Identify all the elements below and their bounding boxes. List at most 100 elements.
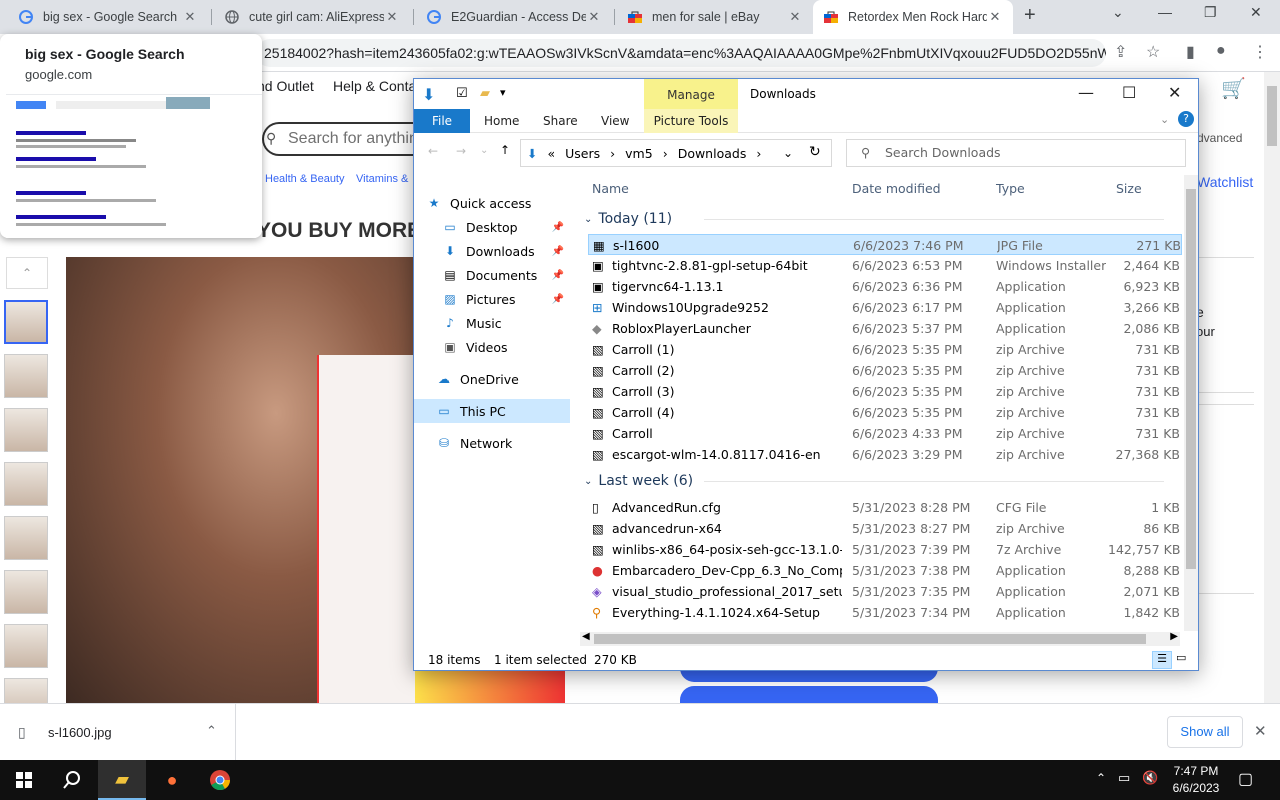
- up-arrow-icon[interactable]: ↑: [500, 143, 510, 157]
- side-panel-icon[interactable]: ▮: [1186, 42, 1195, 62]
- expand-ribbon-icon[interactable]: ⌄: [1160, 113, 1169, 126]
- file-row[interactable]: ▧ Carroll (3) 6/6/2023 5:35 PM zip Archive 7…: [588, 381, 1182, 402]
- sidebar-item-this-pc[interactable]: ▭ This PC: [414, 399, 570, 423]
- close-tab-icon[interactable]: ✕: [987, 9, 1003, 25]
- system-clock[interactable]: 7:47 PM 6/6/2023: [1166, 763, 1226, 797]
- file-row[interactable]: ▯ AdvancedRun.cfg 5/31/2023 8:28 PM CFG Fil…: [588, 497, 1182, 518]
- scroll-right-icon[interactable]: ▶: [1170, 631, 1178, 642]
- column-size[interactable]: Size: [1116, 181, 1142, 196]
- sidebar-item-network[interactable]: ⛁ Network: [414, 431, 570, 455]
- nav-outlet-link[interactable]: nd Outlet: [257, 78, 314, 94]
- product-thumbnail[interactable]: [4, 516, 48, 560]
- product-thumbnail[interactable]: [4, 624, 48, 668]
- file-row[interactable]: ▧ escargot-wlm-14.0.8117.0416-en 6/6/2023 …: [588, 444, 1182, 465]
- refresh-icon[interactable]: ↻: [809, 144, 821, 160]
- collapse-chevron-icon[interactable]: ⌄: [584, 214, 592, 225]
- share-icon[interactable]: ⇪: [1114, 42, 1127, 62]
- file-row[interactable]: ▣ tigervnc64-1.13.1 6/6/2023 6:36 PM Applic…: [588, 276, 1182, 297]
- column-name[interactable]: Name: [592, 181, 629, 196]
- chrome-icon[interactable]: [196, 760, 244, 800]
- address-dropdown-icon[interactable]: ⌄: [783, 146, 793, 160]
- scrollbar-thumb[interactable]: [1186, 189, 1196, 569]
- breadcrumb-health-beauty[interactable]: Health & Beauty: [265, 173, 345, 185]
- add-to-cart-button-partial[interactable]: [680, 686, 938, 703]
- address-breadcrumb[interactable]: ⬇ « Users › vm5 › Downloads › ⌄ ↻: [520, 139, 832, 167]
- file-explorer-taskbar-icon[interactable]: ▰: [98, 760, 146, 800]
- sidebar-item-documents[interactable]: ▤ Documents 📌: [414, 263, 570, 287]
- file-row[interactable]: ⊞ Windows10Upgrade9252 6/6/2023 6:17 PM App…: [588, 297, 1182, 318]
- product-thumbnail[interactable]: [4, 570, 48, 614]
- menu-kebab-icon[interactable]: ⋮: [1252, 42, 1268, 62]
- tab-aliexpress[interactable]: cute girl cam: AliExpress ✕: [214, 0, 410, 34]
- back-arrow-icon[interactable]: ←: [428, 144, 438, 158]
- properties-icon[interactable]: ☑: [456, 86, 468, 101]
- file-row[interactable]: ▧ Carroll (1) 6/6/2023 5:35 PM zip Archive 7…: [588, 339, 1182, 360]
- thumb-scroll-up[interactable]: ⌃: [6, 257, 48, 289]
- minimize-icon[interactable]: —: [1158, 4, 1172, 20]
- close-tab-icon[interactable]: ✕: [787, 9, 803, 25]
- file-row[interactable]: ▧ Carroll (4) 6/6/2023 5:35 PM zip Archive 7…: [588, 402, 1182, 423]
- ribbon-tab-picture-tools[interactable]: Picture Tools: [644, 109, 738, 133]
- file-row[interactable]: ▧ advancedrun-x64 5/31/2023 8:27 PM zip Arc…: [588, 518, 1182, 539]
- breadcrumb-vm5[interactable]: vm5: [625, 146, 653, 161]
- pin-icon[interactable]: 📌: [552, 246, 564, 257]
- scrollbar-thumb[interactable]: [594, 634, 1146, 644]
- volume-muted-icon[interactable]: 🔇: [1142, 770, 1158, 786]
- start-button[interactable]: [0, 760, 48, 800]
- file-row[interactable]: ⚲ Everything-1.4.1.1024.x64-Setup 5/31/202…: [588, 602, 1182, 623]
- firefox-icon[interactable]: ●: [148, 760, 196, 800]
- chevron-up-icon[interactable]: ⌃: [206, 723, 217, 739]
- file-row[interactable]: ◆ RobloxPlayerLauncher 6/6/2023 5:37 PM App…: [588, 318, 1182, 339]
- breadcrumb-vitamins[interactable]: Vitamins &: [356, 173, 408, 185]
- ribbon-tab-share[interactable]: Share: [529, 109, 592, 133]
- tab-ebay-retordex[interactable]: Retordex Men Rock Hard ✕: [813, 0, 1013, 34]
- sidebar-item-pictures[interactable]: ▨ Pictures 📌: [414, 287, 570, 311]
- file-row[interactable]: ◈ visual_studio_professional_2017_setup 5/…: [588, 581, 1182, 602]
- collapse-chevron-icon[interactable]: ⌄: [584, 476, 592, 487]
- tab-ebay-men[interactable]: men for sale | eBay ✕: [617, 0, 813, 34]
- watchlist-link[interactable]: Watchlist: [1197, 174, 1253, 190]
- product-thumbnail[interactable]: [4, 408, 48, 452]
- chevron-right-icon[interactable]: ›: [610, 146, 615, 161]
- sidebar-item-desktop[interactable]: ▭ Desktop 📌: [414, 215, 570, 239]
- close-tab-icon[interactable]: ✕: [384, 9, 400, 25]
- recent-locations-icon[interactable]: ⌄: [480, 145, 488, 156]
- pin-icon[interactable]: 📌: [552, 222, 564, 233]
- sidebar-item-music[interactable]: ♪ Music: [414, 311, 570, 335]
- profile-avatar-icon[interactable]: ●: [1216, 42, 1226, 60]
- ebay-search-box[interactable]: ⚲ Search for anythin: [262, 122, 422, 156]
- close-window-icon[interactable]: ✕: [1250, 4, 1262, 21]
- chevron-right-icon[interactable]: ›: [663, 146, 668, 161]
- new-tab-button[interactable]: +: [1024, 4, 1036, 27]
- group-header-last-week[interactable]: ⌄ Last week (6): [584, 471, 1164, 491]
- file-row[interactable]: ▧ Carroll (2) 6/6/2023 5:35 PM zip Archive 7…: [588, 360, 1182, 381]
- notification-icon[interactable]: ▢: [1238, 769, 1253, 789]
- close-shelf-icon[interactable]: ✕: [1254, 722, 1267, 740]
- large-icons-view-icon[interactable]: ▭: [1176, 651, 1186, 664]
- new-folder-icon[interactable]: ▰: [480, 86, 490, 101]
- quick-access-toolbar-dropdown-icon[interactable]: ▾: [500, 86, 506, 99]
- product-thumbnail[interactable]: [4, 678, 48, 703]
- ribbon-tab-file[interactable]: File: [414, 109, 470, 133]
- file-row[interactable]: ● Embarcadero_Dev-Cpp_6.3_No_Compiler... 5…: [588, 560, 1182, 581]
- breadcrumb-overflow-icon[interactable]: «: [547, 146, 555, 161]
- show-all-button[interactable]: Show all: [1167, 716, 1243, 748]
- help-icon[interactable]: ?: [1178, 111, 1194, 127]
- details-view-icon[interactable]: ☰: [1152, 651, 1172, 669]
- network-icon[interactable]: ▭: [1118, 770, 1130, 786]
- close-tab-icon[interactable]: ✕: [182, 9, 198, 25]
- product-thumbnail[interactable]: [4, 354, 48, 398]
- pin-icon[interactable]: 📌: [552, 270, 564, 281]
- group-header-today[interactable]: ⌄ Today (11): [584, 209, 1164, 229]
- sidebar-item-videos[interactable]: ▣ Videos: [414, 335, 570, 359]
- breadcrumb-downloads[interactable]: Downloads: [678, 146, 747, 161]
- ribbon-tab-home[interactable]: Home: [470, 109, 533, 133]
- forward-arrow-icon[interactable]: →: [456, 144, 466, 158]
- show-hidden-icons-icon[interactable]: ⌃: [1096, 771, 1106, 785]
- breadcrumb-users[interactable]: Users: [565, 146, 600, 161]
- sidebar-item-downloads[interactable]: ⬇ Downloads 📌: [414, 239, 570, 263]
- page-scrollbar[interactable]: [1264, 72, 1280, 703]
- tab-google-search[interactable]: big sex - Google Search ✕: [8, 0, 208, 34]
- file-row[interactable]: ▧ Carroll 6/6/2023 4:33 PM zip Archive 731 K…: [588, 423, 1182, 444]
- product-thumbnail[interactable]: [4, 300, 48, 344]
